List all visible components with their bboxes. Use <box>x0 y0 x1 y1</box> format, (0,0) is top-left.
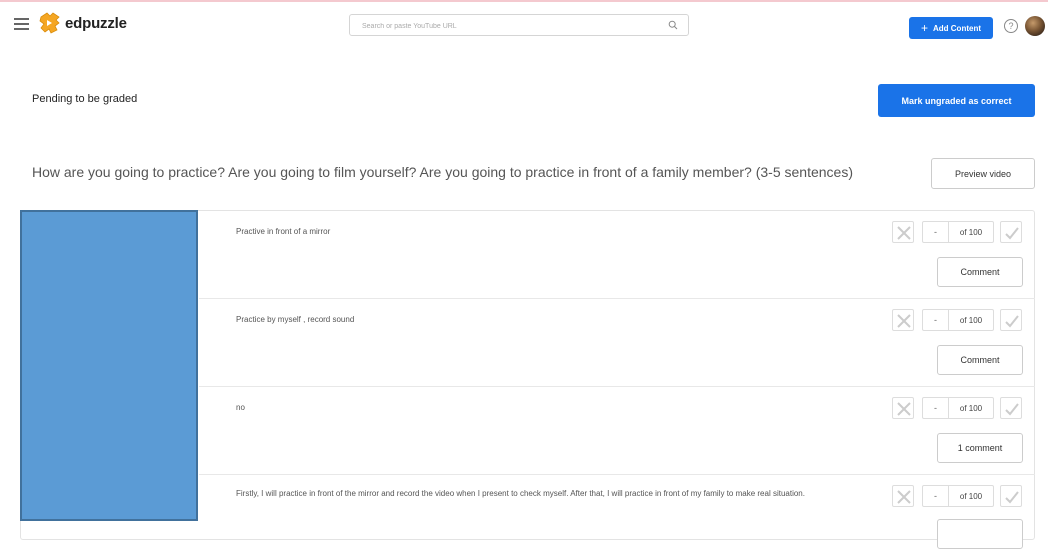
search-bar[interactable] <box>349 14 689 37</box>
mark-incorrect-button[interactable] <box>892 221 914 243</box>
answer-text: no <box>236 403 245 412</box>
mark-correct-button[interactable] <box>1000 485 1022 507</box>
grade-field: - of 100 <box>922 309 994 331</box>
comment-button[interactable]: Comment <box>937 345 1023 375</box>
close-icon <box>897 314 911 328</box>
close-icon <box>897 490 911 504</box>
mark-incorrect-button[interactable] <box>892 397 914 419</box>
grade-value[interactable]: - <box>923 486 949 506</box>
plus-icon: + <box>920 21 928 35</box>
answer-text: Practice by myself , record sound <box>236 315 355 324</box>
grade-value[interactable]: - <box>923 310 949 330</box>
help-icon[interactable]: ? <box>1004 19 1018 33</box>
grade-max-label: of 100 <box>959 491 983 501</box>
avatar[interactable] <box>1025 16 1045 36</box>
answer-row: Practice by myself , record sound - of 1… <box>199 299 1035 387</box>
mark-correct-button[interactable] <box>1000 397 1022 419</box>
logo[interactable]: edpuzzle <box>38 11 127 35</box>
grade-max-label: of 100 <box>959 315 983 325</box>
mark-correct-button[interactable] <box>1000 309 1022 331</box>
close-icon <box>897 226 911 240</box>
mark-correct-button[interactable] <box>1000 221 1022 243</box>
check-icon <box>1005 315 1019 328</box>
grade-value[interactable]: - <box>923 398 949 418</box>
close-icon <box>897 402 911 416</box>
grade-field: - of 100 <box>922 397 994 419</box>
grade-max-label: of 100 <box>959 403 983 413</box>
pending-heading: Pending to be graded <box>32 93 138 105</box>
redacted-student-names <box>20 210 198 521</box>
search-input[interactable] <box>350 16 650 37</box>
grade-field: - of 100 <box>922 485 994 507</box>
app-header: edpuzzle + Add Content ? <box>0 8 1048 42</box>
question-text: How are you going to practice? Are you g… <box>32 164 853 180</box>
hamburger-icon[interactable] <box>14 18 29 30</box>
answer-row: no - of 100 1 comment <box>199 387 1035 475</box>
preview-video-button[interactable]: Preview video <box>931 158 1035 189</box>
grade-value[interactable]: - <box>923 222 949 242</box>
check-icon <box>1005 491 1019 504</box>
answer-row: Practive in front of a mirror - of 100 C… <box>199 211 1035 299</box>
check-icon <box>1005 403 1019 416</box>
grade-max-label: of 100 <box>959 227 983 237</box>
mark-ungraded-correct-button[interactable]: Mark ungraded as correct <box>878 84 1035 117</box>
answer-text: Practive in front of a mirror <box>236 227 331 236</box>
comment-button[interactable]: 1 comment <box>937 433 1023 463</box>
comment-button[interactable] <box>937 519 1023 549</box>
check-icon <box>1005 227 1019 240</box>
add-content-label: Add Content <box>933 23 981 33</box>
mark-incorrect-button[interactable] <box>892 485 914 507</box>
logo-text: edpuzzle <box>65 14 127 32</box>
grade-field: - of 100 <box>922 221 994 243</box>
answer-text: Firstly, I will practice in front of the… <box>236 489 805 498</box>
answer-row: Firstly, I will practice in front of the… <box>199 475 1035 549</box>
mark-incorrect-button[interactable] <box>892 309 914 331</box>
puzzle-logo-icon <box>39 12 60 34</box>
top-accent-line <box>0 0 1048 2</box>
comment-button[interactable]: Comment <box>937 257 1023 287</box>
add-content-button[interactable]: + Add Content <box>909 17 993 39</box>
search-icon[interactable] <box>668 20 678 30</box>
